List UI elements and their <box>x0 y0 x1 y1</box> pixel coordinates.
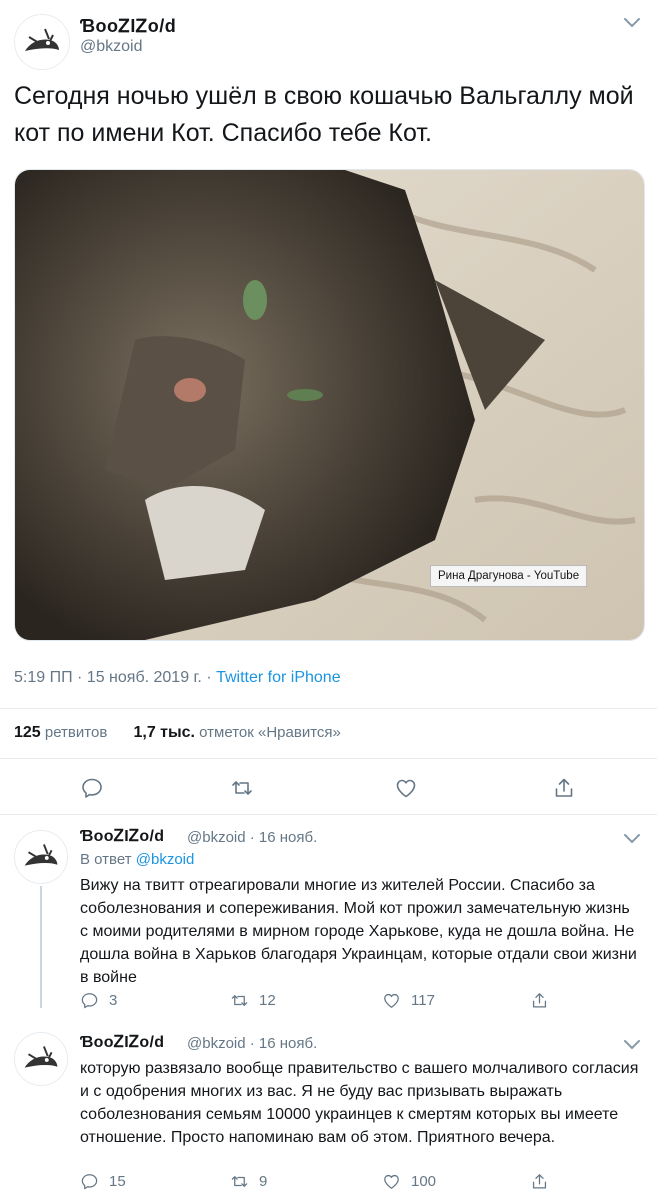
retweet-icon <box>230 991 249 1010</box>
avatar-image <box>15 1033 67 1085</box>
retweet-button[interactable]: 9 <box>230 1171 267 1191</box>
reply-author-name[interactable]: ƁooᏃƖᏃo/d <box>80 1034 164 1052</box>
reply-button[interactable]: 3 <box>80 990 117 1010</box>
like-button[interactable] <box>394 776 418 800</box>
chevron-down-icon[interactable] <box>623 16 641 28</box>
retweet-button[interactable]: 12 <box>230 990 276 1010</box>
reply-button[interactable] <box>80 776 104 800</box>
likes-count[interactable]: 1,7 тыс. <box>133 724 195 741</box>
author-name[interactable]: ƁooᏃƖᏃo/d <box>80 16 176 37</box>
like-count: 117 <box>411 991 435 1009</box>
heart-icon <box>382 1172 401 1191</box>
reply-to-handle[interactable]: @bkzoid <box>136 851 195 868</box>
like-button[interactable]: 117 <box>382 990 435 1010</box>
tweet-stats: 125 ретвитов 1,7 тыс. отметок «Нравится» <box>14 724 341 742</box>
reply-author-name[interactable]: ƁooᏃƖᏃo/d <box>80 828 164 846</box>
retweet-button[interactable] <box>230 776 254 800</box>
heart-icon <box>382 991 401 1010</box>
likes-label[interactable]: отметок «Нравится» <box>199 724 341 741</box>
divider <box>0 814 657 815</box>
reply-icon <box>80 776 104 800</box>
like-button[interactable]: 100 <box>382 1171 436 1191</box>
share-button[interactable] <box>530 990 559 1010</box>
share-icon <box>530 991 549 1010</box>
reply-count: 15 <box>109 1172 126 1190</box>
reply-to-label: В ответ <box>80 851 132 868</box>
avatar[interactable] <box>14 830 68 884</box>
reply-icon <box>80 1172 99 1191</box>
thread-line <box>40 886 42 1008</box>
share-icon <box>552 776 576 800</box>
reply-button[interactable]: 15 <box>80 1171 126 1191</box>
chevron-down-icon[interactable] <box>623 832 641 844</box>
tweet-client[interactable]: Twitter for iPhone <box>216 669 341 686</box>
reply-text: Вижу на твитт отреагировали многие из жи… <box>80 877 637 986</box>
avatar[interactable] <box>14 14 70 70</box>
chevron-down-icon[interactable] <box>623 1038 641 1050</box>
retweet-icon <box>230 1172 249 1191</box>
retweet-count: 9 <box>259 1172 268 1190</box>
retweet-icon <box>230 776 254 800</box>
reply-count: 3 <box>109 991 118 1009</box>
retweets-label[interactable]: ретвитов <box>45 724 107 741</box>
reply-to: В ответ @bkzoid <box>80 851 194 868</box>
reply-text: которую развязало вообще правительство с… <box>80 1060 639 1146</box>
like-count: 100 <box>411 1172 437 1190</box>
share-icon <box>530 1172 549 1191</box>
share-button[interactable] <box>530 1171 559 1191</box>
reply-handle-date[interactable]: @bkzoid · 16 нояб. <box>187 829 317 846</box>
reply-icon <box>80 991 99 1010</box>
heart-icon <box>394 776 418 800</box>
tweet-meta: 5:19 ПП · 15 нояб. 2019 г. · Twitter for… <box>14 669 341 687</box>
retweet-count: 12 <box>259 991 276 1009</box>
divider <box>0 708 657 709</box>
author-handle[interactable]: @bkzoid <box>80 38 143 56</box>
retweets-count[interactable]: 125 <box>14 724 41 741</box>
avatar-image <box>15 831 67 883</box>
divider <box>0 758 657 759</box>
tweet-time[interactable]: 5:19 ПП · 15 нояб. 2019 г. · <box>14 669 216 686</box>
reply-handle-date[interactable]: @bkzoid · 16 нояб. <box>187 1035 317 1052</box>
photo-credit: Рина Драгунова - YouTube <box>430 565 588 587</box>
avatar-image <box>15 15 69 69</box>
tweet-text: Сегодня ночью ушёл в свою кошачью Вальга… <box>14 82 634 147</box>
share-button[interactable] <box>552 776 576 800</box>
avatar[interactable] <box>14 1032 68 1086</box>
